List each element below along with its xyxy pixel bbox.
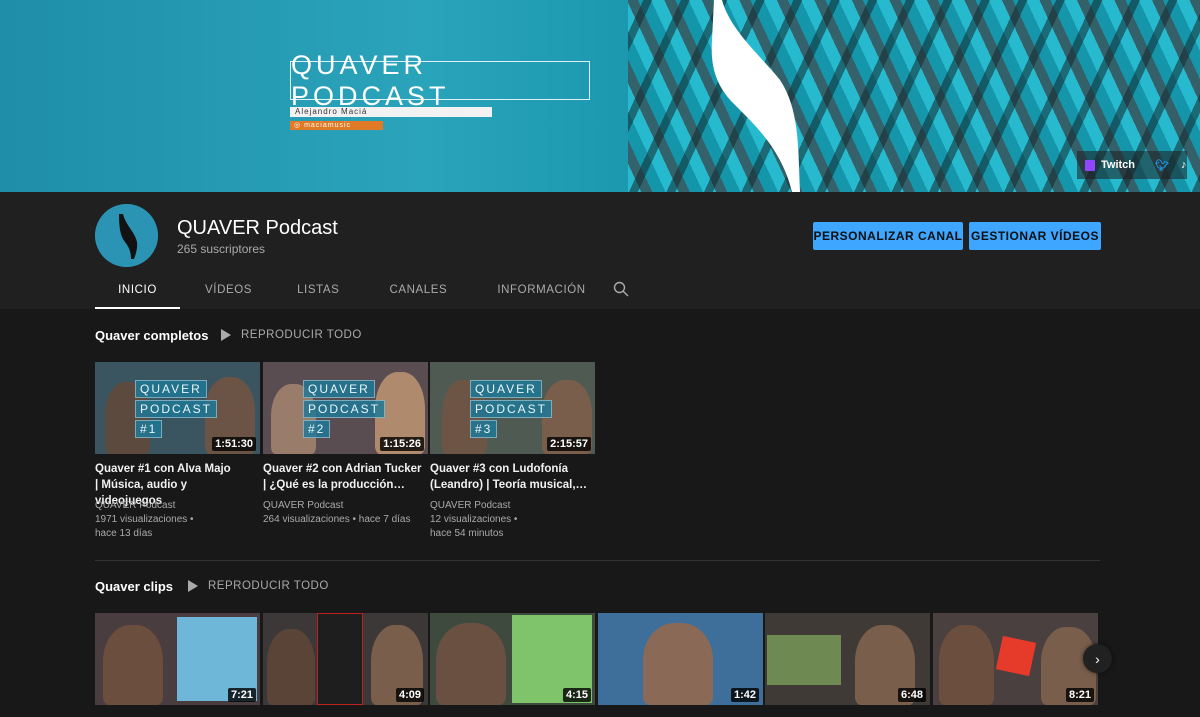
manage-videos-button[interactable]: GESTIONAR VÍDEOS bbox=[969, 222, 1101, 250]
video-age: hace 54 minutos bbox=[430, 528, 504, 539]
video-duration: 8:21 bbox=[1065, 688, 1094, 702]
play-all-label: REPRODUCIR TODO bbox=[241, 329, 362, 341]
customize-channel-button[interactable]: PERSONALIZAR CANAL bbox=[813, 222, 963, 250]
video-title-line: Quaver #3 con Ludofonía bbox=[430, 463, 569, 475]
video-thumbnail[interactable]: 4:09 bbox=[263, 613, 428, 705]
video-meta: QUAVER Podcast 264 visualizaciones • hac… bbox=[263, 499, 423, 527]
channel-tabs: INICIO VÍDEOS LISTAS CANALES INFORMACIÓN bbox=[95, 276, 586, 309]
video-thumbnail[interactable]: 8:21 bbox=[933, 613, 1098, 705]
video-meta: QUAVER Podcast 12 visualizaciones • hace… bbox=[430, 499, 590, 541]
thumb-vs-badge bbox=[995, 635, 1037, 677]
thumb-person bbox=[939, 625, 994, 705]
play-all-label: REPRODUCIR TODO bbox=[208, 580, 329, 592]
thumb-screen bbox=[317, 613, 363, 705]
video-title-line: | ¿Qué es la producción… bbox=[263, 479, 405, 491]
video-views: 1971 visualizaciones • bbox=[95, 514, 194, 525]
tab-videos[interactable]: VÍDEOS bbox=[205, 276, 252, 309]
search-icon[interactable] bbox=[613, 281, 629, 297]
overlay-number: #2 bbox=[303, 420, 331, 438]
shelf-title-clips[interactable]: Quaver clips bbox=[95, 579, 173, 594]
video-thumbnail[interactable]: 1:42 bbox=[598, 613, 763, 705]
video-channel[interactable]: QUAVER Podcast bbox=[263, 500, 343, 511]
video-views: 264 visualizaciones • hace 7 días bbox=[263, 514, 411, 525]
video-duration: 4:09 bbox=[395, 688, 424, 702]
thumb-person bbox=[436, 623, 506, 705]
thumb-overlay: QUAVER PODCAST #3 bbox=[470, 380, 553, 440]
video-title[interactable]: Quaver #3 con Ludofonía (Leandro) | Teor… bbox=[430, 461, 590, 493]
banner-logo bbox=[711, 0, 800, 192]
video-thumbnail[interactable]: 4:15 bbox=[430, 613, 595, 705]
video-duration: 1:15:26 bbox=[380, 437, 424, 451]
channel-home-content: Quaver completos REPRODUCIR TODO QUAVER … bbox=[0, 309, 1200, 717]
video-duration: 4:15 bbox=[562, 688, 591, 702]
video-thumbnail[interactable]: 7:21 bbox=[95, 613, 260, 705]
tab-canales[interactable]: CANALES bbox=[389, 276, 447, 309]
tab-listas[interactable]: LISTAS bbox=[297, 276, 339, 309]
banner-links: Twitch 🐦︎ ♪ bbox=[1077, 151, 1187, 179]
tab-inicio[interactable]: INICIO bbox=[95, 276, 180, 309]
overlay-line: PODCAST bbox=[135, 400, 218, 418]
shelf-divider bbox=[95, 560, 1100, 561]
thumb-overlay: QUAVER PODCAST #2 bbox=[303, 380, 386, 440]
video-views: 12 visualizaciones • bbox=[430, 514, 518, 525]
subscriber-count: 265 suscriptores bbox=[177, 242, 266, 256]
video-duration: 2:15:57 bbox=[547, 437, 591, 451]
banner-title-box: QUAVER PODCAST bbox=[290, 50, 590, 111]
banner-twitch-text: maciamusic bbox=[304, 122, 352, 129]
video-meta: QUAVER Podcast 1971 visualizaciones • ha… bbox=[95, 499, 255, 541]
video-duration: 1:51:30 bbox=[212, 437, 256, 451]
video-thumbnail[interactable]: 6:48 bbox=[765, 613, 930, 705]
overlay-line: PODCAST bbox=[303, 400, 386, 418]
play-all-button[interactable]: REPRODUCIR TODO bbox=[221, 329, 362, 341]
video-thumbnail[interactable]: QUAVER PODCAST #3 2:15:57 bbox=[430, 362, 595, 454]
video-title-line: Quaver #2 con Adrian Tucker bbox=[263, 463, 422, 475]
video-duration: 7:21 bbox=[227, 688, 256, 702]
avatar-logo-icon bbox=[95, 204, 158, 267]
thumb-overlay: QUAVER PODCAST #1 bbox=[135, 380, 218, 440]
tab-informacion[interactable]: INFORMACIÓN bbox=[497, 276, 585, 309]
video-thumbnail[interactable]: QUAVER PODCAST #2 1:15:26 bbox=[263, 362, 428, 454]
avatar[interactable] bbox=[95, 204, 158, 267]
play-all-button[interactable]: REPRODUCIR TODO bbox=[188, 580, 329, 592]
overlay-number: #1 bbox=[135, 420, 163, 438]
thumb-person bbox=[643, 623, 713, 705]
tiktok-icon[interactable]: ♪ bbox=[1181, 159, 1187, 171]
video-age: hace 13 días bbox=[95, 528, 153, 539]
video-title-line: (Leandro) | Teoría musical,… bbox=[430, 479, 588, 491]
video-channel[interactable]: QUAVER Podcast bbox=[430, 500, 510, 511]
play-icon bbox=[188, 580, 198, 592]
banner-subtitle: Alejandro Maciá bbox=[290, 107, 492, 117]
channel-header: QUAVER Podcast 265 suscriptores PERSONAL… bbox=[0, 192, 1200, 309]
shelf-next-button[interactable]: › bbox=[1083, 644, 1112, 673]
overlay-line: QUAVER bbox=[470, 380, 542, 398]
overlay-line: PODCAST bbox=[470, 400, 553, 418]
video-thumbnail[interactable]: QUAVER PODCAST #1 1:51:30 bbox=[95, 362, 260, 454]
twitter-icon[interactable]: 🐦︎ bbox=[1155, 159, 1169, 172]
overlay-line: QUAVER bbox=[303, 380, 375, 398]
overlay-line: QUAVER bbox=[135, 380, 207, 398]
twitch-icon[interactable] bbox=[1085, 159, 1095, 171]
channel-banner: QUAVER PODCAST Alejandro Maciá ◎ maciamu… bbox=[0, 0, 1200, 192]
video-duration: 1:42 bbox=[730, 688, 759, 702]
thumb-person bbox=[267, 629, 315, 705]
thumb-person bbox=[103, 625, 163, 705]
overlay-number: #3 bbox=[470, 420, 498, 438]
channel-name: QUAVER Podcast bbox=[177, 217, 338, 239]
banner-twitch-handle: ◎ maciamusic bbox=[290, 121, 383, 130]
twitch-small-icon: ◎ bbox=[294, 122, 305, 129]
video-title-line: Quaver #1 con Alva Majo bbox=[95, 463, 231, 475]
chevron-right-icon: › bbox=[1095, 650, 1100, 667]
video-title[interactable]: Quaver #2 con Adrian Tucker | ¿Qué es la… bbox=[263, 461, 423, 493]
banner-title: QUAVER PODCAST bbox=[291, 49, 450, 111]
twitch-link[interactable]: Twitch bbox=[1101, 159, 1135, 171]
video-duration: 6:48 bbox=[897, 688, 926, 702]
thumb-artwork bbox=[767, 635, 841, 685]
play-icon bbox=[221, 329, 231, 341]
shelf-title-completos[interactable]: Quaver completos bbox=[95, 328, 208, 343]
video-channel[interactable]: QUAVER Podcast bbox=[95, 500, 175, 511]
